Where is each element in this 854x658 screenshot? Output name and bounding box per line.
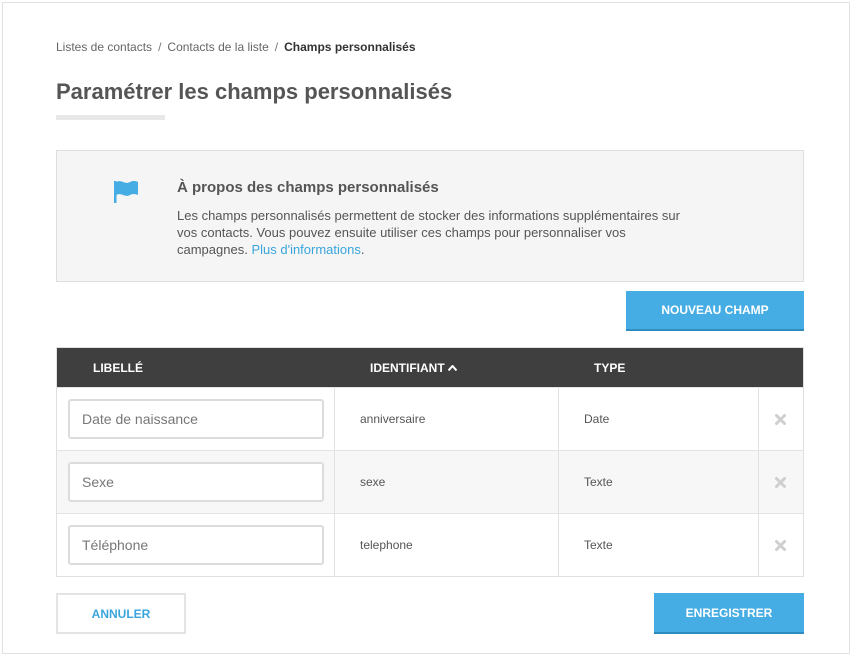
label-cell	[57, 514, 334, 576]
label-cell	[57, 451, 334, 513]
close-icon[interactable]	[775, 477, 786, 488]
sort-ascending-icon	[447, 365, 457, 371]
flag-icon	[114, 181, 138, 203]
identifier-cell: anniversaire	[334, 388, 559, 450]
delete-cell	[758, 514, 804, 576]
type-cell: Texte	[558, 451, 759, 513]
type-text: Texte	[584, 538, 613, 552]
header-identifier-text: IDENTIFIANT	[370, 361, 445, 375]
info-box: À propos des champs personnalisés Les ch…	[56, 150, 804, 282]
title-underline	[56, 115, 165, 120]
identifier-cell: sexe	[334, 451, 559, 513]
info-title: À propos des champs personnalisés	[177, 179, 439, 196]
close-icon[interactable]	[775, 414, 786, 425]
breadcrumb-item-contact-lists[interactable]: Listes de contacts	[56, 40, 152, 54]
save-button[interactable]: ENREGISTRER	[654, 593, 804, 634]
page-title: Paramétrer les champs personnalisés	[56, 79, 453, 104]
close-icon[interactable]	[775, 540, 786, 551]
table-row: anniversaire Date	[57, 387, 803, 450]
table-row: sexe Texte	[57, 450, 803, 513]
identifier-text: sexe	[360, 475, 386, 489]
header-type[interactable]: TYPE	[594, 361, 625, 375]
table-row: telephone Texte	[57, 513, 803, 576]
delete-cell	[758, 451, 804, 513]
label-input[interactable]	[68, 525, 324, 565]
breadcrumb-separator: /	[158, 40, 162, 54]
identifier-text: anniversaire	[360, 412, 426, 426]
label-input[interactable]	[68, 462, 324, 502]
breadcrumb-separator: /	[274, 40, 279, 54]
page-container: Listes de contacts / Contacts de la liste /…	[2, 2, 850, 654]
type-cell: Texte	[558, 514, 759, 576]
table-header: LIBELLÉ IDENTIFIANT TYPE	[57, 348, 803, 387]
delete-cell	[758, 388, 804, 450]
breadcrumb: Listes de contacts / Contacts de la liste /…	[56, 40, 416, 54]
new-field-button[interactable]: NOUVEAU CHAMP	[626, 291, 804, 331]
type-cell: Date	[558, 388, 759, 450]
identifier-text: telephone	[360, 538, 413, 552]
label-input[interactable]	[68, 399, 324, 439]
custom-fields-table: LIBELLÉ IDENTIFIANT TYPE anniversaire Da…	[56, 347, 804, 577]
cancel-button[interactable]: ANNULER	[56, 593, 186, 634]
type-text: Texte	[584, 475, 613, 489]
breadcrumb-item-list-contacts[interactable]: Contacts de la liste	[167, 40, 268, 54]
info-suffix: .	[360, 242, 365, 257]
type-text: Date	[584, 412, 610, 426]
label-cell	[57, 388, 334, 450]
breadcrumb-current: Champs personnalisés	[284, 40, 416, 54]
more-info-link[interactable]: Plus d'informations	[251, 242, 360, 257]
identifier-cell: telephone	[334, 514, 559, 576]
header-identifier[interactable]: IDENTIFIANT	[370, 361, 457, 375]
header-label[interactable]: LIBELLÉ	[93, 361, 143, 375]
info-text: Les champs personnalisés permettent de s…	[177, 207, 697, 258]
